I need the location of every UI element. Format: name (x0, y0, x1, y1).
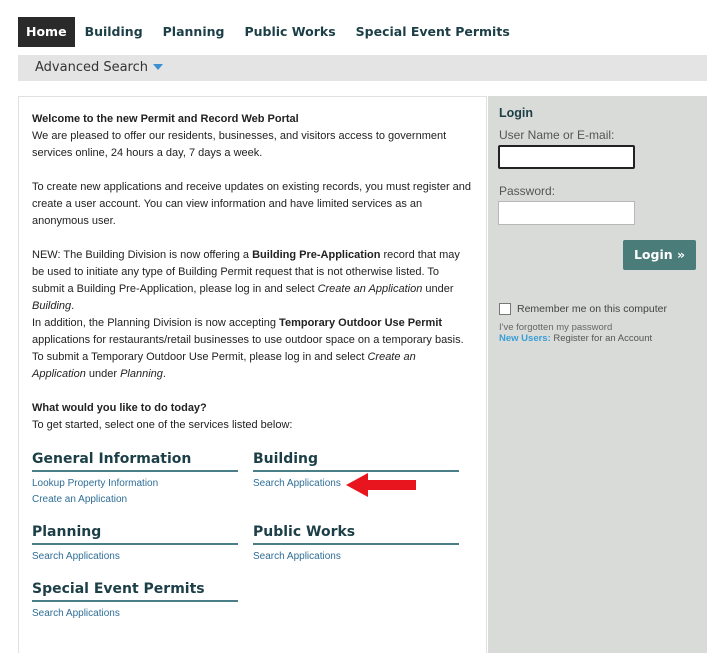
password-input[interactable] (498, 201, 635, 225)
username-input[interactable] (498, 145, 635, 169)
lookup-property-information-link[interactable]: Lookup Property Information (32, 476, 238, 492)
login-title: Login (499, 106, 534, 120)
planning-search-applications-link[interactable]: Search Applications (32, 549, 238, 565)
register-note: To create new applications and receive u… (32, 181, 472, 227)
register-link[interactable]: Register for an Account (551, 333, 652, 344)
welcome-intro: We are pleased to offer our residents, b… (32, 130, 447, 159)
temporary-outdoor-use-note: In addition, the Planning Division is no… (32, 317, 464, 380)
section-title: Public Works (253, 521, 459, 545)
section-special-event-permits: Special Event Permits Search Application… (32, 578, 238, 622)
tab-special-event-permits[interactable]: Special Event Permits (346, 17, 520, 47)
section-title: General Information (32, 448, 238, 472)
advanced-search-label: Advanced Search (35, 60, 149, 75)
new-users-label: New Users: (499, 333, 551, 344)
login-panel: Login User Name or E-mail: Password: Log… (488, 96, 707, 653)
welcome-text: Welcome to the new Permit and Record Web… (32, 111, 472, 434)
section-general-information: General Information Lookup Property Info… (32, 448, 238, 508)
tab-planning[interactable]: Planning (153, 17, 235, 47)
remember-me[interactable]: Remember me on this computer (499, 303, 667, 315)
red-arrow-annotation-icon (346, 473, 416, 497)
special-event-search-applications-link[interactable]: Search Applications (32, 606, 238, 622)
tab-public-works[interactable]: Public Works (234, 17, 345, 47)
username-label: User Name or E-mail: (499, 128, 615, 142)
register-line: New Users: Register for an Account (499, 333, 652, 344)
tab-building[interactable]: Building (75, 17, 153, 47)
section-public-works: Public Works Search Applications (253, 521, 459, 565)
section-title: Building (253, 448, 459, 472)
login-button[interactable]: Login » (623, 240, 696, 270)
create-an-application-link[interactable]: Create an Application (32, 492, 238, 508)
main-nav: Home Building Planning Public Works Spec… (18, 17, 520, 47)
remember-me-checkbox[interactable] (499, 303, 511, 315)
password-label: Password: (499, 184, 556, 198)
remember-me-label: Remember me on this computer (517, 303, 667, 315)
forgot-password-link[interactable]: I've forgotten my password (499, 322, 612, 333)
main-content-panel: Welcome to the new Permit and Record Web… (18, 96, 487, 653)
caret-down-icon (153, 64, 164, 70)
section-title: Special Event Permits (32, 578, 238, 602)
building-pre-application-note: NEW: The Building Division is now offeri… (32, 249, 460, 312)
welcome-title: Welcome to the new Permit and Record Web… (32, 113, 299, 125)
public-works-search-applications-link[interactable]: Search Applications (253, 549, 459, 565)
sub-nav-bar: Advanced Search (18, 55, 707, 81)
todo-subtitle: To get started, select one of the servic… (32, 419, 293, 431)
todo-title: What would you like to do today? (32, 402, 207, 414)
section-title: Planning (32, 521, 238, 545)
advanced-search-dropdown[interactable]: Advanced Search (35, 55, 164, 81)
tab-home[interactable]: Home (18, 17, 75, 47)
section-planning: Planning Search Applications (32, 521, 238, 565)
